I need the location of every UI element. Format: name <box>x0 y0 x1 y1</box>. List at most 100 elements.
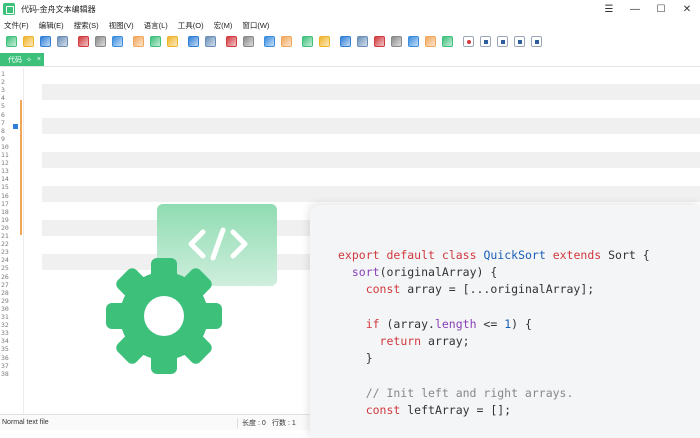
bookmark-icon[interactable] <box>13 124 18 129</box>
length-status: 长度 : 0 <box>237 417 266 428</box>
save-all-icon[interactable] <box>57 35 68 47</box>
line-number: 11 <box>1 151 9 159</box>
line-number: 28 <box>1 288 9 297</box>
line-number: 3 <box>1 86 5 95</box>
gear-icon <box>106 258 222 374</box>
run-macro-multiple-icon[interactable] <box>514 35 525 47</box>
paste-icon[interactable] <box>167 35 178 47</box>
app-logo-icon <box>3 3 15 15</box>
line-number: 30 <box>1 304 9 313</box>
zoom-out-icon[interactable] <box>281 35 292 47</box>
line-number: 8 <box>1 126 5 135</box>
menu-window[interactable]: 窗口(W) <box>242 20 269 31</box>
folder-workspace-icon[interactable] <box>425 35 436 47</box>
record-macro-icon-glyph <box>467 39 471 44</box>
window-controls: ☰ — ☐ ✕ <box>596 0 700 18</box>
line-number: 25 <box>1 264 9 273</box>
code-preview-card: export default class QuickSort extends S… <box>310 205 700 438</box>
close-all-icon[interactable] <box>95 35 106 47</box>
line-number: 27 <box>1 280 9 289</box>
doc-map-icon[interactable] <box>391 35 402 47</box>
menu-edit[interactable]: 编辑(E) <box>39 20 64 31</box>
line-number: 24 <box>1 256 9 265</box>
line-number: 36 <box>1 353 9 362</box>
line-highlight <box>42 152 700 168</box>
tab-close-icon[interactable]: × <box>37 56 41 63</box>
line-number: 6 <box>1 110 5 119</box>
menu-search[interactable]: 搜索(S) <box>74 20 99 31</box>
line-number: 13 <box>1 167 9 176</box>
sync-horizontal-icon[interactable] <box>319 35 330 47</box>
line-number: 2 <box>1 78 5 87</box>
maximize-button[interactable]: ☐ <box>648 0 674 18</box>
function-list-icon[interactable] <box>408 35 419 47</box>
line-number: 34 <box>1 337 9 346</box>
menu-bar: 文件(F) 编辑(E) 搜索(S) 视图(V) 语言(L) 工具(O) 宏(M)… <box>0 18 700 32</box>
play-macro-icon-glyph <box>501 39 505 44</box>
line-number: 37 <box>1 361 9 370</box>
line-number: 19 <box>1 215 9 224</box>
undo-icon[interactable] <box>188 35 199 47</box>
code-snippet: export default class QuickSort extends S… <box>338 248 650 417</box>
tab-label: 代码 <box>8 56 22 64</box>
line-highlight <box>42 84 700 100</box>
run-macro-multiple-icon-glyph <box>518 39 522 44</box>
menu-tools[interactable]: 工具(O) <box>178 20 204 31</box>
line-number: 9 <box>1 134 5 143</box>
line-number: 7 <box>1 118 5 127</box>
tab-code[interactable]: 代码 ✧ × <box>0 53 44 66</box>
word-wrap-icon[interactable] <box>340 35 351 47</box>
line-highlight <box>42 186 700 202</box>
menu-icon[interactable]: ☰ <box>596 0 622 18</box>
line-number: 23 <box>1 248 9 257</box>
tab-strip: 代码 ✧ × <box>0 52 700 67</box>
menu-macro[interactable]: 宏(M) <box>214 20 233 31</box>
line-highlight <box>42 118 700 134</box>
sync-vertical-icon[interactable] <box>302 35 313 47</box>
line-number: 16 <box>1 191 9 200</box>
menu-file[interactable]: 文件(F) <box>4 20 29 31</box>
line-number: 31 <box>1 313 9 321</box>
line-number-gutter: 1 2 3 4 5 6 7 8 9 10 11 12 13 14 15 16 17 18 19 20 21 22 23 24 2… <box>0 68 24 414</box>
line-number: 18 <box>1 207 9 216</box>
find-icon[interactable] <box>226 35 237 47</box>
copy-icon[interactable] <box>150 35 161 47</box>
monitor-icon[interactable] <box>442 35 453 47</box>
replace-icon[interactable] <box>243 35 254 47</box>
save-icon[interactable] <box>40 35 51 47</box>
show-all-chars-icon[interactable] <box>357 35 368 47</box>
line-number: 4 <box>1 94 5 103</box>
line-number: 17 <box>1 199 9 208</box>
line-number: 15 <box>1 183 9 192</box>
record-macro-icon[interactable] <box>463 35 474 47</box>
play-macro-icon[interactable] <box>497 35 508 47</box>
stop-record-icon-glyph <box>484 39 488 44</box>
rows-status: 行数 : 1 <box>272 419 296 427</box>
title-bar: 代码-金舟文本编辑器 ☰ — ☐ ✕ <box>0 0 700 18</box>
save-macro-icon[interactable] <box>531 35 542 47</box>
new-file-icon[interactable] <box>6 35 17 47</box>
close-icon[interactable] <box>78 35 89 47</box>
line-number: 29 <box>1 296 9 305</box>
zoom-in-icon[interactable] <box>264 35 275 47</box>
open-folder-icon[interactable] <box>23 35 34 47</box>
print-icon[interactable] <box>112 35 123 47</box>
toolbar <box>0 33 700 49</box>
cut-icon[interactable] <box>133 35 144 47</box>
line-number: 14 <box>1 175 9 184</box>
line-number: 20 <box>1 223 9 232</box>
menu-view[interactable]: 视图(V) <box>109 20 134 31</box>
line-number: 33 <box>1 329 9 338</box>
close-button[interactable]: ✕ <box>674 0 700 18</box>
minimize-button[interactable]: — <box>622 0 648 18</box>
line-number: 1 <box>1 70 5 78</box>
pin-icon[interactable]: ✧ <box>26 56 32 64</box>
indent-guide-icon[interactable] <box>374 35 385 47</box>
menu-language[interactable]: 语言(L) <box>144 20 168 31</box>
line-number: 5 <box>1 102 5 111</box>
change-marker <box>20 100 22 235</box>
stop-record-icon[interactable] <box>480 35 491 47</box>
redo-icon[interactable] <box>205 35 216 47</box>
save-macro-icon-glyph <box>535 39 539 44</box>
window-title: 代码-金舟文本编辑器 <box>21 4 96 14</box>
